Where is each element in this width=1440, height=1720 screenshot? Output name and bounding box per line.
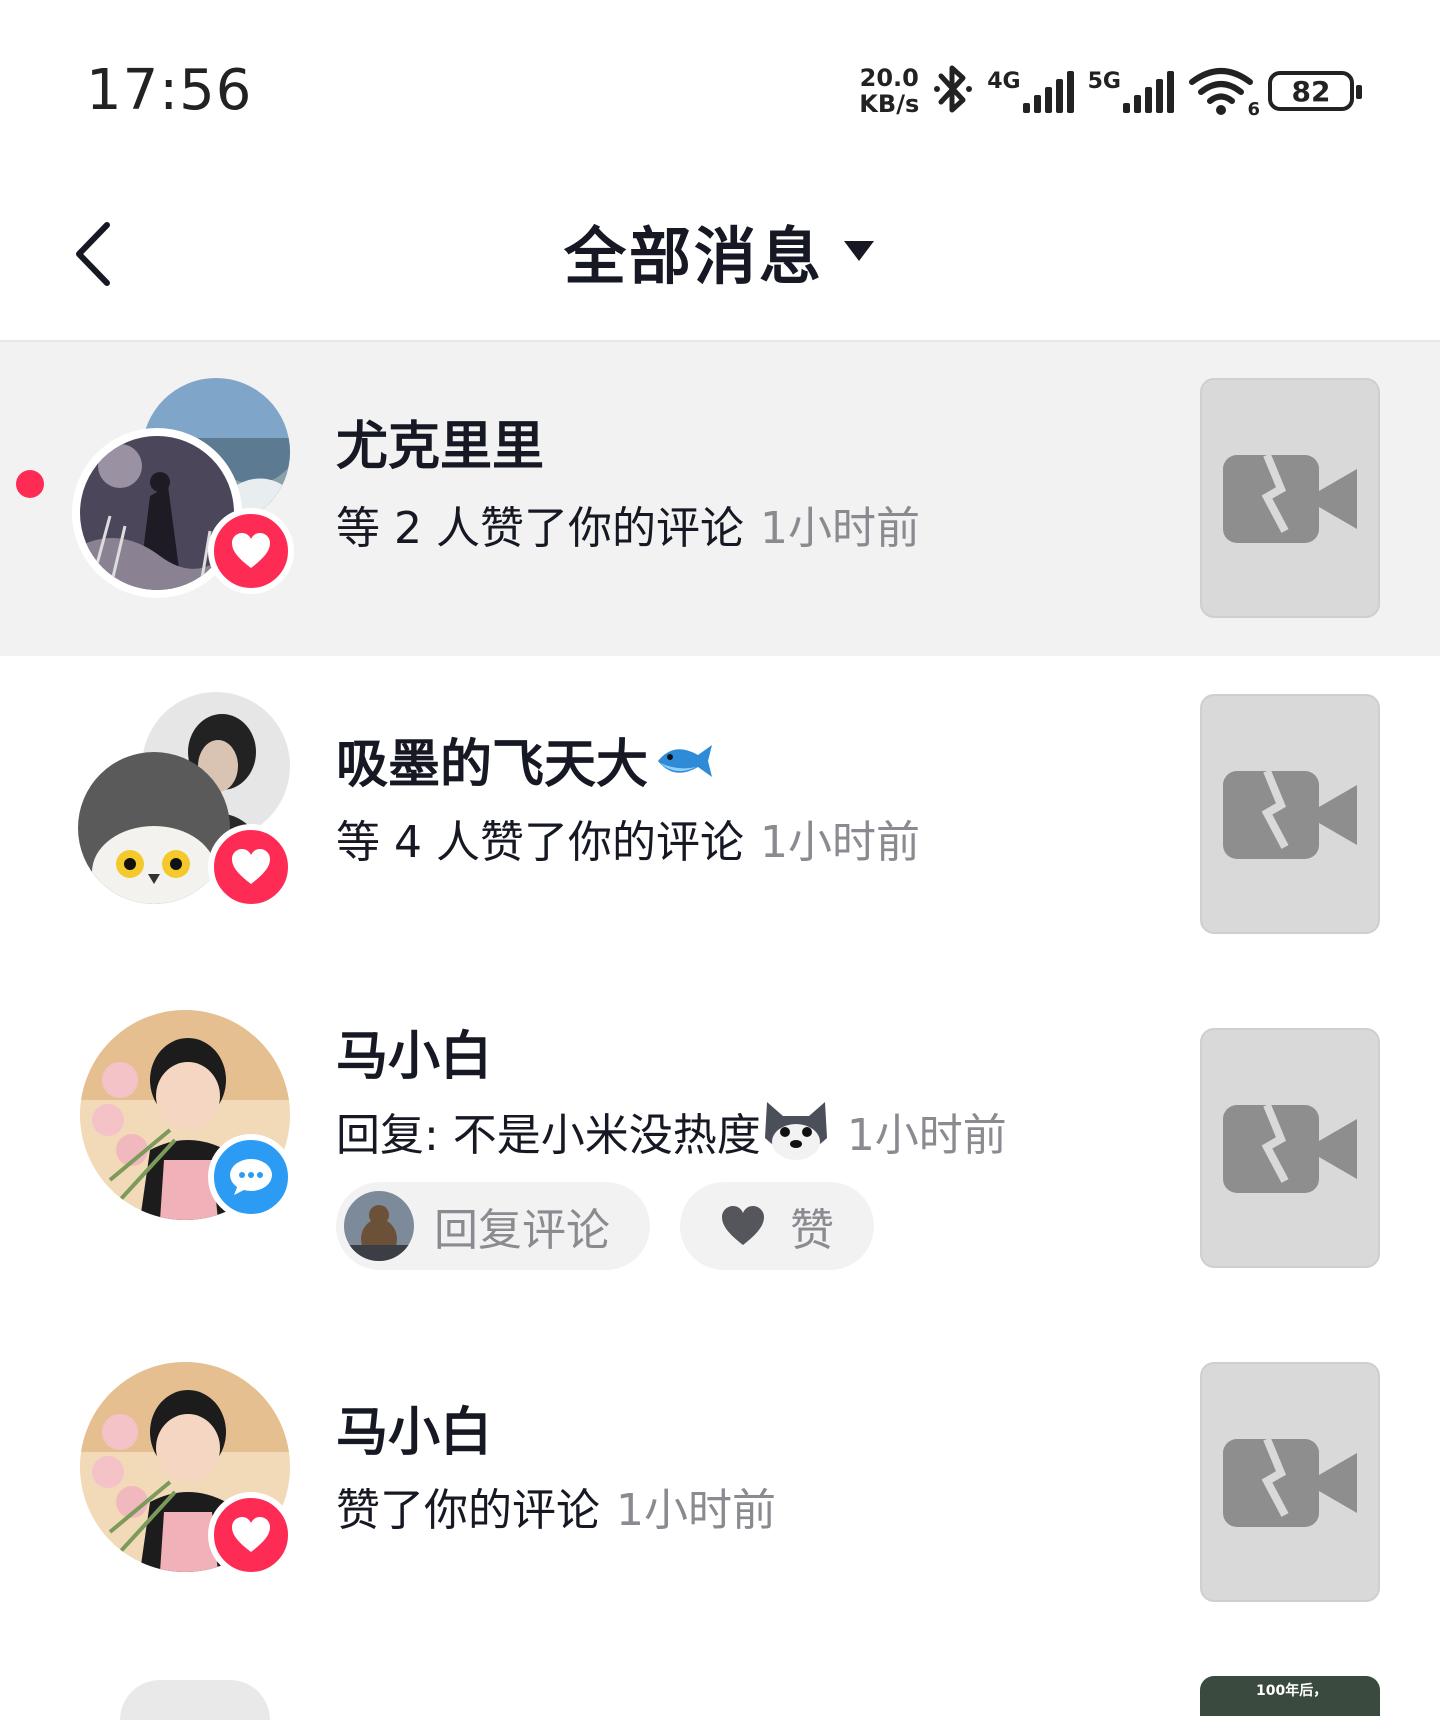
status-bar: 17:56 20.0 KB/s 4G 5G 6 82: [0, 0, 1440, 190]
message-row[interactable]: 吸墨的飞天大 等 4 人赞了你的评论 1小时前: [0, 656, 1440, 990]
cellular-signal-1: 4G: [987, 69, 1074, 113]
like-comment-label: 赞: [790, 1205, 834, 1256]
battery-level: 82: [1291, 74, 1331, 108]
message-row[interactable]: 马小白 赞了你的评论 1小时前: [0, 1334, 1440, 1674]
video-thumbnail[interactable]: [1200, 378, 1380, 618]
fish-icon: [654, 737, 716, 783]
avatar[interactable]: [120, 1680, 270, 1720]
signal-bars-icon: [1022, 69, 1074, 113]
message-text: 等 2 人赞了你的评论 1小时前: [336, 492, 920, 556]
comment-bubble-icon: [230, 1159, 272, 1195]
video-unavailable-icon: [1223, 769, 1357, 859]
avatar[interactable]: [78, 752, 230, 904]
reply-comment-label: 回复评论: [434, 1205, 610, 1256]
sender-name-text: 吸墨的飞天大: [336, 735, 649, 795]
caret-down-icon: [844, 241, 874, 261]
video-unavailable-icon: [1223, 1103, 1357, 1193]
message-text: 等 4 人赞了你的评论 1小时前: [336, 806, 920, 870]
sender-name[interactable]: 吸墨的飞天大: [336, 722, 716, 797]
cellular-signal-2: 5G: [1088, 69, 1174, 113]
like-comment-button[interactable]: 赞: [680, 1182, 874, 1270]
heart-icon: [722, 1206, 764, 1245]
heart-icon: [232, 849, 270, 884]
message-summary: 等 2 人赞了你的评论: [336, 503, 744, 554]
message-row[interactable]: 尤克里里 等 2 人赞了你的评论 1小时前: [0, 342, 1440, 656]
message-row[interactable]: 马小白 回复: 不是小米没热度 1小时前 回复评论 赞: [0, 990, 1440, 1334]
dog-face-icon: [761, 1098, 831, 1164]
network-speed-unit: KB/s: [859, 90, 920, 118]
comment-badge: [208, 1134, 294, 1220]
signal-bars-icon: [1123, 69, 1174, 113]
thumbnail-caption: 100年后，: [1256, 1683, 1328, 1699]
heart-icon: [232, 533, 270, 568]
video-thumbnail[interactable]: 100年后，: [1200, 1676, 1380, 1716]
unread-dot: [16, 470, 44, 498]
video-unavailable-icon: [1223, 453, 1357, 543]
message-time: 1小时前: [616, 1485, 776, 1536]
status-time: 17:56: [86, 58, 253, 123]
network-speed-value: 20.0: [859, 64, 919, 92]
sender-name[interactable]: 尤克里里: [336, 404, 544, 479]
message-time: 1小时前: [759, 503, 920, 554]
message-summary: 赞了你的评论: [336, 1485, 600, 1536]
reply-comment-button[interactable]: 回复评论: [336, 1182, 650, 1270]
like-badge: [208, 824, 294, 910]
my-avatar: [344, 1191, 414, 1261]
message-text: 赞了你的评论 1小时前: [336, 1474, 776, 1538]
video-unavailable-icon: [1223, 1437, 1357, 1527]
sender-name[interactable]: 马小白: [336, 1390, 492, 1465]
network-speed: 20.0 KB/s: [859, 65, 919, 117]
signal-1-label: 4G: [987, 69, 1021, 94]
status-icons: 20.0 KB/s 4G 5G 6 82: [859, 62, 1362, 120]
message-time: 1小时前: [759, 817, 920, 868]
message-text: 回复: 不是小米没热度 1小时前: [336, 1098, 1007, 1164]
bluetooth-icon: [933, 62, 973, 120]
video-thumbnail[interactable]: [1200, 1028, 1380, 1268]
signal-2-label: 5G: [1087, 69, 1121, 94]
sender-name[interactable]: 马小白: [336, 1014, 492, 1089]
message-summary: 等 4 人赞了你的评论: [336, 817, 744, 868]
like-badge: [208, 508, 294, 594]
video-thumbnail[interactable]: [1200, 694, 1380, 934]
heart-icon: [232, 1517, 270, 1552]
top-nav-bar: 全部消息: [0, 190, 1440, 342]
like-badge: [208, 1492, 294, 1578]
page-title: 全部消息: [563, 220, 824, 293]
message-time: 1小时前: [846, 1110, 1007, 1161]
video-thumbnail[interactable]: [1200, 1362, 1380, 1602]
message-summary: 回复: 不是小米没热度: [336, 1110, 761, 1161]
wifi-label: 6: [1247, 99, 1260, 120]
message-filter-dropdown[interactable]: 全部消息: [0, 206, 1440, 296]
wifi-icon: 6: [1188, 66, 1260, 120]
battery-icon: 82: [1268, 71, 1362, 111]
